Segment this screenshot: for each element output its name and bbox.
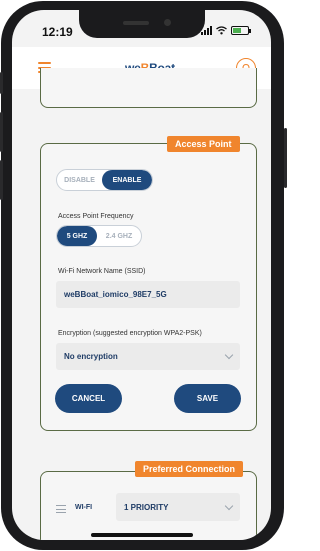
cancel-button[interactable]: CANCEL	[55, 384, 122, 413]
ap-mode-toggle: DISABLE ENABLE	[56, 169, 153, 191]
wifi-row-label: WI-FI	[75, 504, 93, 511]
status-time: 12:19	[42, 25, 73, 39]
encryption-select[interactable]: No encryption	[56, 343, 240, 370]
chevron-down-icon	[224, 350, 234, 360]
disable-option[interactable]: DISABLE	[57, 170, 102, 190]
priority-value: 1 PRIORITY	[124, 502, 169, 512]
app-screen: 12:19 weBBoat Access Point DISABLE ENABL…	[12, 10, 271, 540]
notch	[79, 10, 205, 38]
volume-up-button	[0, 112, 3, 152]
preferred-connection-badge: Preferred Connection	[135, 461, 244, 477]
status-icons	[201, 26, 251, 35]
ssid-label: Wi-Fi Network Name (SSID)	[58, 268, 146, 275]
chevron-down-icon	[224, 501, 234, 510]
frequency-toggle: 5 GHZ 2.4 GHZ	[56, 225, 142, 247]
ssid-input[interactable]: weBBoat_iomico_98E7_5G	[56, 281, 240, 308]
priority-select[interactable]: 1 PRIORITY	[116, 493, 240, 521]
home-indicator	[91, 533, 193, 537]
battery-icon	[231, 26, 251, 35]
save-button[interactable]: SAVE	[174, 384, 241, 413]
frequency-label: Access Point Frequency	[58, 213, 134, 220]
drag-handle-icon[interactable]	[56, 505, 66, 513]
freq-24ghz-option[interactable]: 2.4 GHZ	[97, 226, 141, 246]
access-point-badge: Access Point	[167, 136, 240, 152]
volume-down-button	[0, 160, 3, 200]
encryption-label: Encryption (suggested encryption WPA2-PS…	[58, 330, 202, 337]
enable-option[interactable]: ENABLE	[102, 170, 152, 190]
freq-5ghz-option[interactable]: 5 GHZ	[57, 226, 98, 246]
mute-switch	[0, 72, 3, 94]
signal-icon	[201, 26, 212, 35]
encryption-value: No encryption	[64, 352, 118, 361]
power-button	[284, 128, 287, 188]
wifi-icon	[216, 26, 227, 35]
previous-card	[40, 68, 257, 108]
